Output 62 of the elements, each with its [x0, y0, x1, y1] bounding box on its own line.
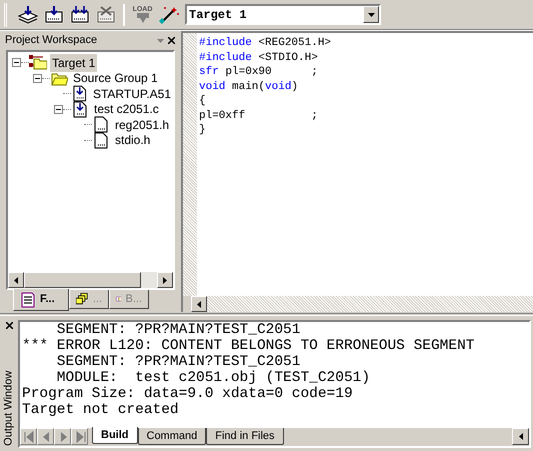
- code-line: #include <REG2051.H>: [199, 36, 332, 50]
- output-tab[interactable]: Find in Files: [206, 428, 284, 445]
- scroll-left-button[interactable]: [191, 296, 207, 312]
- stop-build-icon: [94, 4, 116, 25]
- panel-title: Output Window: [2, 369, 16, 448]
- left-arrow-icon: [197, 300, 201, 308]
- tree-item[interactable]: STARTUP.A51: [90, 84, 173, 103]
- collapse-icon[interactable]: [54, 104, 63, 114]
- scrollbar-corner: [183, 296, 191, 312]
- download-icon: [134, 13, 150, 23]
- close-icon[interactable]: [6, 322, 12, 329]
- first-arrow-icon: [22, 430, 36, 444]
- scroll-left-button[interactable]: [8, 272, 24, 288]
- output-line: SEGMENT: ?PR?MAIN?TEST_C2051: [56, 322, 302, 338]
- output-line: Target not created: [22, 402, 180, 418]
- code-line: void main(void): [199, 80, 300, 94]
- code-line: #include <STDIO.H>: [199, 50, 319, 65]
- output-line: Program Size: data=9.0 xdata=0 code=19: [22, 386, 354, 402]
- target-dropdown[interactable]: Target 1: [185, 4, 381, 25]
- file-icon: [92, 116, 110, 134]
- tree-item[interactable]: test c2051.c: [92, 100, 161, 118]
- code-line: }: [199, 123, 207, 138]
- scroll-right-button[interactable]: [157, 272, 173, 288]
- collapse-icon[interactable]: [33, 74, 42, 83]
- tab-scroll-first-button[interactable]: [20, 428, 37, 445]
- code-line: {: [199, 94, 207, 108]
- build-icon: [42, 4, 64, 25]
- code-line: pl=0xff ;: [199, 108, 319, 123]
- output-tab[interactable]: Command: [138, 428, 206, 445]
- file-icon: [92, 132, 110, 149]
- source-file-icon: [71, 100, 89, 118]
- panel-tab[interactable]: F...: [13, 289, 69, 311]
- dropdown-icon[interactable]: [157, 38, 164, 42]
- rebuild-icon: [68, 4, 90, 25]
- output-tab[interactable]: Build: [92, 427, 138, 444]
- stack-icon: [16, 4, 38, 25]
- left-arrow-icon: [518, 433, 522, 440]
- code-line: sfr pl=0x90 ;: [199, 65, 319, 80]
- dropdown-arrow-icon[interactable]: [368, 12, 374, 16]
- tab-scroll-next-button[interactable]: [54, 428, 71, 445]
- folders-icon: [76, 291, 89, 307]
- source-file-icon: [70, 85, 88, 102]
- right-arrow-icon: [163, 276, 167, 284]
- tree-item[interactable]: Target 1: [50, 54, 98, 72]
- tab-scroll-prev-button[interactable]: [37, 428, 54, 445]
- magic-wand-icon: [158, 4, 180, 25]
- tree-item[interactable]: reg2051.h: [113, 116, 172, 134]
- tree-item[interactable]: Source Group 1: [71, 69, 160, 88]
- tab-scroll-last-button[interactable]: [71, 428, 88, 445]
- scroll-left-button[interactable]: [512, 428, 529, 445]
- scroll-thumb[interactable]: [24, 272, 141, 288]
- close-icon[interactable]: [168, 37, 175, 44]
- translate-button[interactable]: [16, 3, 39, 26]
- output-line: MODULE: test c2051.obj (TEST_C2051): [56, 370, 372, 386]
- document-icon: [20, 292, 36, 308]
- output-line: SEGMENT: ?PR?MAIN?TEST_C2051: [56, 354, 302, 370]
- panel-title: Project Workspace: [5, 33, 98, 48]
- tree-item[interactable]: stdio.h: [113, 131, 152, 150]
- collapse-icon[interactable]: [12, 58, 21, 68]
- output-line: *** ERROR L120: CONTENT BELONGS TO ERRONEOUS SEGMENT: [22, 338, 476, 354]
- target-folder-icon: [29, 54, 47, 72]
- left-arrow-icon: [14, 276, 18, 284]
